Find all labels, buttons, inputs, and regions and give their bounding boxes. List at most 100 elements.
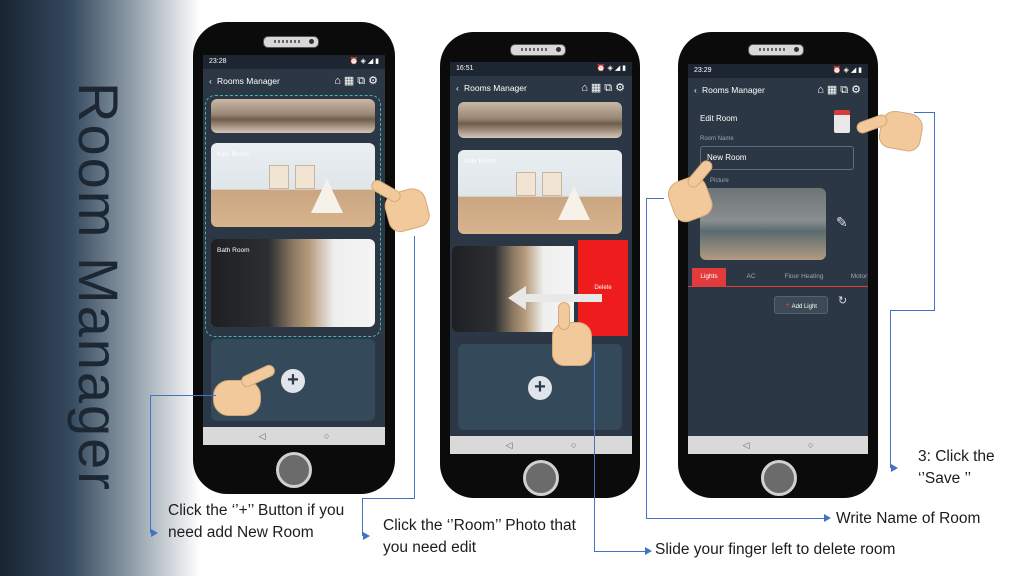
page-title: Room Manager (67, 82, 130, 492)
grid-icon[interactable]: ▦ (827, 84, 840, 96)
room-card-kids[interactable]: Kids Room (211, 143, 375, 227)
grid-icon[interactable]: ▦ (591, 82, 604, 94)
room-card-bedroom[interactable] (211, 99, 375, 133)
status-bar: 23:29 ⏰ ◈ ◢ ▮ (688, 64, 868, 78)
room-name-label: Room Name (700, 136, 734, 142)
hand-swipe-icon (552, 322, 592, 366)
home-button[interactable] (761, 460, 797, 496)
save-icon[interactable] (834, 110, 850, 133)
add-room-card: + (458, 344, 622, 430)
status-icons: ⏰ ◈ ◢ ▮ (349, 58, 379, 65)
callout-line (890, 310, 935, 311)
gear-icon[interactable]: ⚙ (851, 84, 864, 96)
grid-icon[interactable]: ▦ (344, 75, 357, 87)
tab-ac[interactable]: AC (736, 268, 766, 286)
edit-room-title: Edit Room (700, 114, 738, 123)
phone-speaker (748, 44, 804, 56)
header-title: Rooms Manager (217, 76, 280, 86)
copy-icon[interactable]: ⧉ (604, 82, 615, 94)
header-title: Rooms Manager (702, 85, 765, 95)
android-nav-bar[interactable]: ◁ ○ □ (688, 436, 868, 454)
callout-arrow (151, 529, 158, 537)
slide-arrow-shaft (524, 294, 602, 302)
status-time: 23:29 (694, 67, 712, 74)
callout-line (594, 551, 646, 552)
phone-speaker (263, 36, 319, 48)
app-header: ‹ Rooms Manager ⌂▦⧉⚙ (203, 69, 385, 93)
caption-edit-room: Click the ‘’Room’’ Photo that you need e… (383, 517, 576, 556)
home-icon[interactable]: ⌂ (334, 75, 344, 87)
back-icon[interactable]: ‹ (456, 76, 459, 100)
room-label: Kids Room (217, 151, 249, 158)
callout-line (594, 352, 595, 552)
hand-finger (558, 302, 570, 330)
android-nav-bar[interactable]: ◁ ○ □ (450, 436, 632, 454)
status-time: 16:51 (456, 65, 474, 72)
back-icon[interactable]: ‹ (694, 78, 697, 102)
caption-save: 3: Click the ‘’Save ’’ (918, 448, 995, 487)
add-room-button[interactable]: + (281, 369, 305, 393)
callout-line (890, 310, 891, 468)
caption-delete-room: Slide your finger left to delete room (655, 541, 896, 558)
room-picture[interactable] (700, 188, 826, 260)
callout-line (934, 112, 935, 310)
add-light-button[interactable]: + Add Light (774, 296, 828, 314)
copy-icon[interactable]: ⧉ (840, 84, 851, 96)
caption-write-name: Write Name of Room (836, 510, 981, 527)
header-icons: ⌂▦⧉⚙ (581, 76, 628, 100)
gear-icon[interactable]: ⚙ (615, 82, 628, 94)
copy-icon[interactable]: ⧉ (357, 75, 368, 87)
wall-frame (269, 165, 289, 189)
room-label: Kids Room (464, 158, 496, 165)
callout-line (362, 498, 363, 536)
phone-speaker (510, 44, 566, 56)
teepee-tent (558, 186, 590, 220)
callout-line (150, 395, 151, 533)
room-card-bath[interactable]: Bath Room (211, 239, 375, 327)
callout-line (914, 112, 934, 113)
add-room-button[interactable]: + (528, 376, 552, 400)
callout-line (414, 236, 415, 498)
edit-icon[interactable]: ✎ (836, 214, 848, 231)
callout-arrow (891, 464, 898, 472)
callout-arrow (645, 547, 652, 555)
status-bar: 23:28 ⏰ ◈ ◢ ▮ (203, 55, 385, 69)
tab-lights[interactable]: Lights (692, 268, 726, 286)
home-icon[interactable]: ⌂ (581, 82, 591, 94)
picture-label: Picture (710, 178, 729, 184)
plus-icon: + (785, 300, 791, 310)
tab-motor[interactable]: Motor (844, 268, 868, 286)
room-card-bedroom[interactable] (458, 102, 622, 138)
room-name-input[interactable]: New Room (700, 146, 854, 170)
status-icons: ⏰ ◈ ◢ ▮ (832, 67, 862, 74)
device-tabs: Lights AC Floor Heating Motor (688, 268, 868, 287)
app-header: ‹ Rooms Manager ⌂▦⧉⚙ (688, 78, 868, 102)
home-icon[interactable]: ⌂ (817, 84, 827, 96)
gear-icon[interactable]: ⚙ (368, 75, 381, 87)
header-icons: ⌂▦⧉⚙ (817, 78, 864, 102)
callout-line (362, 498, 415, 499)
android-nav-bar[interactable]: ◁ ○ □ (203, 427, 385, 445)
header-title: Rooms Manager (464, 83, 527, 93)
home-button[interactable] (523, 460, 559, 496)
phone-3: 23:29 ⏰ ◈ ◢ ▮ ‹ Rooms Manager ⌂▦⧉⚙ Edit … (678, 32, 878, 498)
status-time: 23:28 (209, 58, 227, 65)
room-card-kids[interactable]: Kids Room (458, 150, 622, 234)
callout-arrow (363, 532, 370, 540)
tab-floor-heating[interactable]: Floor Heating (780, 268, 828, 286)
callout-line (646, 198, 647, 518)
delete-button[interactable]: Delete (578, 240, 628, 336)
callout-line (150, 395, 216, 396)
home-button[interactable] (276, 452, 312, 488)
callout-arrow (824, 514, 831, 522)
status-icons: ⏰ ◈ ◢ ▮ (596, 65, 626, 72)
refresh-icon[interactable]: ↻ (838, 294, 847, 307)
status-bar: 16:51 ⏰ ◈ ◢ ▮ (450, 62, 632, 76)
teepee-tent (311, 179, 343, 213)
callout-line (646, 518, 824, 519)
app-header: ‹ Rooms Manager ⌂▦⧉⚙ (450, 76, 632, 100)
callout-line (646, 198, 664, 199)
phone-1: 23:28 ⏰ ◈ ◢ ▮ ‹ Rooms Manager ⌂▦⧉⚙ Kids … (193, 22, 395, 494)
back-icon[interactable]: ‹ (209, 69, 212, 93)
phone-2: 16:51 ⏰ ◈ ◢ ▮ ‹ Rooms Manager ⌂▦⧉⚙ Kids … (440, 32, 640, 498)
